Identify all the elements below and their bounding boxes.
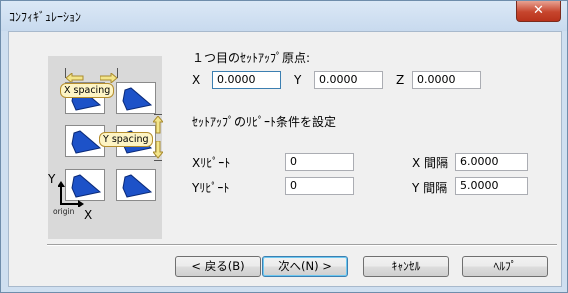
repeat-heading: ｾｯﾄｱｯﾌﾟのﾘﾋﾟｰﾄ条件を設定	[192, 115, 337, 129]
origin-y-input[interactable]	[314, 71, 383, 89]
y-interval-input[interactable]	[455, 177, 528, 195]
part-cell	[116, 169, 156, 201]
origin-axes-icon	[58, 181, 84, 207]
close-icon: ✕	[533, 3, 544, 18]
repeat-illustration: X spacing Y spacing Y origin X	[48, 56, 163, 239]
y-repeat-input[interactable]	[285, 177, 354, 195]
origin-z-input[interactable]	[412, 71, 481, 89]
help-button[interactable]: ﾍﾙﾌﾟ	[462, 256, 548, 277]
dialog-window: ｺﾝﾌｨｷﾞｭﾚｰｼｮﾝ ✕ X spacing Y spacing Y ori…	[0, 0, 568, 293]
window-title: ｺﾝﾌｨｷﾞｭﾚｰｼｮﾝ	[9, 10, 82, 24]
origin-x-input[interactable]	[212, 71, 281, 89]
x-repeat-input[interactable]	[285, 153, 354, 171]
separator-line	[47, 244, 557, 246]
cancel-button[interactable]: ｷｬﾝｾﾙ	[363, 256, 449, 277]
spacing-tick-bottom	[154, 160, 162, 161]
origin-heading: １つ目のｾｯﾄｱｯﾌﾟ原点:	[192, 51, 311, 65]
x-spacing-tag: X spacing	[60, 83, 115, 98]
title-bar[interactable]: ｺﾝﾌｨｷﾞｭﾚｰｼｮﾝ ✕	[1, 1, 567, 31]
axis-x-label: X	[84, 208, 93, 222]
next-button[interactable]: 次へ(N) >	[262, 256, 348, 277]
part-cell	[116, 82, 156, 114]
x-repeat-label: Xﾘﾋﾟｰﾄ	[192, 156, 231, 170]
down-arrow-icon	[153, 141, 163, 159]
x-interval-label: X 間隔	[412, 156, 449, 170]
spacing-tick-top	[154, 114, 162, 115]
origin-label: origin	[53, 207, 75, 216]
dialog-content: X spacing Y spacing Y origin X １つ目のｾｯﾄｱｯ…	[8, 31, 562, 287]
y-interval-label: Y 間隔	[412, 181, 448, 195]
up-arrow-icon	[153, 116, 163, 134]
spacing-tick-left	[65, 68, 66, 78]
axis-y-label: Y	[48, 172, 56, 186]
origin-x-label: X	[192, 73, 201, 87]
y-repeat-label: Yﾘﾋﾟｰﾄ	[192, 181, 230, 195]
spacing-tick-right	[117, 68, 118, 78]
x-interval-input[interactable]	[455, 153, 528, 171]
origin-y-label: Y	[294, 73, 302, 87]
origin-z-label: Z	[396, 73, 405, 87]
y-spacing-tag: Y spacing	[99, 132, 153, 147]
back-button[interactable]: < 戻る(B)	[175, 256, 261, 277]
close-button[interactable]: ✕	[516, 1, 561, 22]
